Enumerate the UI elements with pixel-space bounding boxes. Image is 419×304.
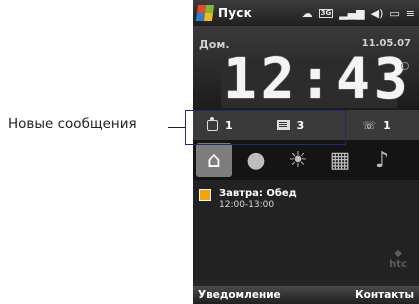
weather-icon[interactable]: ☀ <box>280 143 316 177</box>
content-area: Завтра: Обед 12:00-13:00 ◆ htc <box>193 180 419 280</box>
tab-bar: ⌂ ● ☀ ▦ ♪ <box>193 140 419 180</box>
title-bar: Пуск ☁ 3G ▂▄▆ ◀) ▭ ≡ <box>193 0 419 26</box>
digital-clock: 12:43 <box>223 47 412 112</box>
softkey-bar: Уведомление Контакты <box>193 286 419 304</box>
3g-icon: 3G <box>318 8 334 18</box>
missed-calls-notification[interactable]: ☏ 1 <box>362 119 390 132</box>
home-icon[interactable]: ⌂ <box>196 143 232 177</box>
missed-calls-count: 1 <box>383 118 391 132</box>
music-icon[interactable]: ♪ <box>364 143 400 177</box>
contact-icon[interactable]: ● <box>238 143 274 177</box>
windows-flag-icon[interactable] <box>195 5 215 21</box>
event-title: Завтра: Обед <box>219 188 297 199</box>
callout-highlight-frame <box>185 110 346 145</box>
calendar-icon <box>199 189 211 201</box>
calendar-event[interactable]: Завтра: Обед 12:00-13:00 <box>199 188 297 210</box>
status-icons: ☁ 3G ▂▄▆ ◀) ▭ ≡ <box>302 8 419 19</box>
screenshot-canvas: Новые сообщения Пуск ☁ 3G ▂▄▆ ◀) ▭ ≡ Дом… <box>0 0 419 304</box>
callout-leader-line <box>168 127 186 128</box>
battery-icon[interactable]: ▭ <box>389 8 399 19</box>
contacts-softkey[interactable]: Контакты <box>355 289 414 301</box>
new-messages-callout: Новые сообщения <box>8 116 137 132</box>
notification-softkey[interactable]: Уведомление <box>198 289 281 301</box>
menu-icon[interactable]: ≡ <box>406 8 415 19</box>
alarm-icon <box>401 62 409 70</box>
start-menu-title[interactable]: Пуск <box>218 6 252 20</box>
phone-icon: ☏ <box>362 118 377 132</box>
phone-screen: Пуск ☁ 3G ▂▄▆ ◀) ▭ ≡ Дом. 11.05.07 12:43… <box>193 0 419 304</box>
event-time: 12:00-13:00 <box>219 200 275 210</box>
speaker-icon[interactable]: ◀) <box>371 8 384 19</box>
htc-logo: ◆ htc <box>389 248 407 270</box>
programs-icon[interactable]: ▦ <box>322 143 358 177</box>
signal-icon[interactable]: ▂▄▆ <box>339 8 364 19</box>
sync-icon[interactable]: ☁ <box>302 8 313 19</box>
clock-panel[interactable]: Дом. 11.05.07 12:43 <box>193 26 419 112</box>
